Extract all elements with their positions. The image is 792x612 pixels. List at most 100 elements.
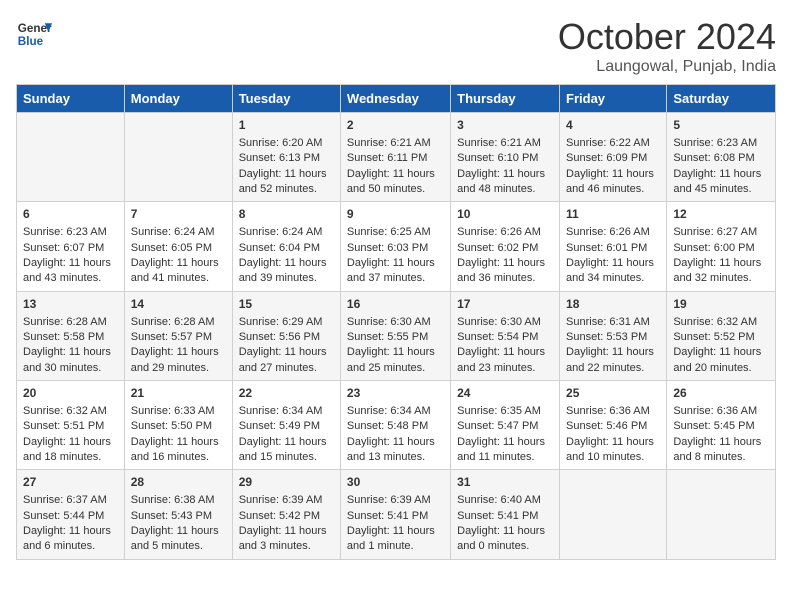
sunrise-text: Sunrise: 6:35 AM (457, 404, 553, 419)
sunset-text: Sunset: 6:11 PM (347, 151, 444, 166)
day-number: 8 (239, 206, 334, 223)
sunrise-text: Sunrise: 6:33 AM (131, 404, 226, 419)
calendar-cell: 14Sunrise: 6:28 AMSunset: 5:57 PMDayligh… (124, 291, 232, 380)
day-header-tuesday: Tuesday (232, 85, 340, 113)
daylight-text: Daylight: 11 hours and 29 minutes. (131, 345, 226, 376)
day-number: 23 (347, 385, 444, 402)
sunrise-text: Sunrise: 6:40 AM (457, 493, 553, 508)
daylight-text: Daylight: 11 hours and 30 minutes. (23, 345, 118, 376)
sunrise-text: Sunrise: 6:37 AM (23, 493, 118, 508)
day-number: 29 (239, 474, 334, 491)
sunrise-text: Sunrise: 6:36 AM (673, 404, 769, 419)
day-number: 19 (673, 296, 769, 313)
calendar-cell: 24Sunrise: 6:35 AMSunset: 5:47 PMDayligh… (451, 381, 560, 470)
calendar-week-row: 20Sunrise: 6:32 AMSunset: 5:51 PMDayligh… (17, 381, 776, 470)
daylight-text: Daylight: 11 hours and 11 minutes. (457, 435, 553, 466)
calendar-cell: 31Sunrise: 6:40 AMSunset: 5:41 PMDayligh… (451, 470, 560, 559)
calendar-cell: 27Sunrise: 6:37 AMSunset: 5:44 PMDayligh… (17, 470, 125, 559)
day-number: 6 (23, 206, 118, 223)
calendar-week-row: 6Sunrise: 6:23 AMSunset: 6:07 PMDaylight… (17, 202, 776, 291)
calendar-cell: 20Sunrise: 6:32 AMSunset: 5:51 PMDayligh… (17, 381, 125, 470)
calendar-cell: 3Sunrise: 6:21 AMSunset: 6:10 PMDaylight… (451, 113, 560, 202)
sunrise-text: Sunrise: 6:39 AM (239, 493, 334, 508)
sunrise-text: Sunrise: 6:21 AM (347, 136, 444, 151)
sunrise-text: Sunrise: 6:26 AM (566, 225, 660, 240)
sunset-text: Sunset: 5:48 PM (347, 419, 444, 434)
sunset-text: Sunset: 5:41 PM (457, 509, 553, 524)
sunset-text: Sunset: 5:55 PM (347, 330, 444, 345)
daylight-text: Daylight: 11 hours and 43 minutes. (23, 256, 118, 287)
day-header-saturday: Saturday (667, 85, 776, 113)
daylight-text: Daylight: 11 hours and 39 minutes. (239, 256, 334, 287)
sunrise-text: Sunrise: 6:24 AM (131, 225, 226, 240)
daylight-text: Daylight: 11 hours and 20 minutes. (673, 345, 769, 376)
daylight-text: Daylight: 11 hours and 8 minutes. (673, 435, 769, 466)
sunset-text: Sunset: 6:05 PM (131, 241, 226, 256)
svg-text:Blue: Blue (18, 35, 44, 48)
title-block: October 2024 Laungowal, Punjab, India (558, 16, 776, 76)
daylight-text: Daylight: 11 hours and 25 minutes. (347, 345, 444, 376)
sunset-text: Sunset: 5:51 PM (23, 419, 118, 434)
sunrise-text: Sunrise: 6:25 AM (347, 225, 444, 240)
day-number: 22 (239, 385, 334, 402)
sunset-text: Sunset: 5:43 PM (131, 509, 226, 524)
day-number: 31 (457, 474, 553, 491)
daylight-text: Daylight: 11 hours and 3 minutes. (239, 524, 334, 555)
calendar-cell: 4Sunrise: 6:22 AMSunset: 6:09 PMDaylight… (560, 113, 667, 202)
sunrise-text: Sunrise: 6:32 AM (23, 404, 118, 419)
day-number: 11 (566, 206, 660, 223)
calendar-cell: 8Sunrise: 6:24 AMSunset: 6:04 PMDaylight… (232, 202, 340, 291)
day-header-friday: Friday (560, 85, 667, 113)
day-number: 1 (239, 117, 334, 134)
calendar-cell: 19Sunrise: 6:32 AMSunset: 5:52 PMDayligh… (667, 291, 776, 380)
day-number: 9 (347, 206, 444, 223)
sunrise-text: Sunrise: 6:28 AM (131, 315, 226, 330)
day-number: 25 (566, 385, 660, 402)
calendar-cell: 26Sunrise: 6:36 AMSunset: 5:45 PMDayligh… (667, 381, 776, 470)
day-number: 2 (347, 117, 444, 134)
day-number: 26 (673, 385, 769, 402)
day-number: 7 (131, 206, 226, 223)
calendar-cell (560, 470, 667, 559)
page-header: General Blue October 2024 Laungowal, Pun… (16, 16, 776, 76)
calendar-cell: 28Sunrise: 6:38 AMSunset: 5:43 PMDayligh… (124, 470, 232, 559)
day-number: 4 (566, 117, 660, 134)
calendar-cell: 12Sunrise: 6:27 AMSunset: 6:00 PMDayligh… (667, 202, 776, 291)
day-number: 27 (23, 474, 118, 491)
day-header-sunday: Sunday (17, 85, 125, 113)
day-number: 17 (457, 296, 553, 313)
sunrise-text: Sunrise: 6:22 AM (566, 136, 660, 151)
calendar-week-row: 27Sunrise: 6:37 AMSunset: 5:44 PMDayligh… (17, 470, 776, 559)
day-number: 10 (457, 206, 553, 223)
sunset-text: Sunset: 5:52 PM (673, 330, 769, 345)
daylight-text: Daylight: 11 hours and 37 minutes. (347, 256, 444, 287)
sunrise-text: Sunrise: 6:23 AM (23, 225, 118, 240)
sunset-text: Sunset: 6:01 PM (566, 241, 660, 256)
sunrise-text: Sunrise: 6:39 AM (347, 493, 444, 508)
sunset-text: Sunset: 6:04 PM (239, 241, 334, 256)
daylight-text: Daylight: 11 hours and 27 minutes. (239, 345, 334, 376)
day-number: 28 (131, 474, 226, 491)
daylight-text: Daylight: 11 hours and 45 minutes. (673, 167, 769, 198)
sunset-text: Sunset: 6:08 PM (673, 151, 769, 166)
sunset-text: Sunset: 5:41 PM (347, 509, 444, 524)
calendar-cell: 10Sunrise: 6:26 AMSunset: 6:02 PMDayligh… (451, 202, 560, 291)
daylight-text: Daylight: 11 hours and 6 minutes. (23, 524, 118, 555)
daylight-text: Daylight: 11 hours and 50 minutes. (347, 167, 444, 198)
sunrise-text: Sunrise: 6:31 AM (566, 315, 660, 330)
sunrise-text: Sunrise: 6:38 AM (131, 493, 226, 508)
day-header-wednesday: Wednesday (340, 85, 450, 113)
sunset-text: Sunset: 5:58 PM (23, 330, 118, 345)
sunrise-text: Sunrise: 6:36 AM (566, 404, 660, 419)
calendar-cell: 2 Sunrise: 6:21 AMSunset: 6:11 PMDaylight… (340, 113, 450, 202)
calendar-cell: 18Sunrise: 6:31 AMSunset: 5:53 PMDayligh… (560, 291, 667, 380)
sunrise-text: Sunrise: 6:34 AM (239, 404, 334, 419)
sunrise-text: Sunrise: 6:30 AM (457, 315, 553, 330)
sunset-text: Sunset: 5:57 PM (131, 330, 226, 345)
calendar-cell: 13Sunrise: 6:28 AMSunset: 5:58 PMDayligh… (17, 291, 125, 380)
calendar-week-row: 13Sunrise: 6:28 AMSunset: 5:58 PMDayligh… (17, 291, 776, 380)
sunrise-text: Sunrise: 6:27 AM (673, 225, 769, 240)
sunset-text: Sunset: 5:50 PM (131, 419, 226, 434)
calendar-cell: 5Sunrise: 6:23 AMSunset: 6:08 PMDaylight… (667, 113, 776, 202)
sunrise-text: Sunrise: 6:26 AM (457, 225, 553, 240)
